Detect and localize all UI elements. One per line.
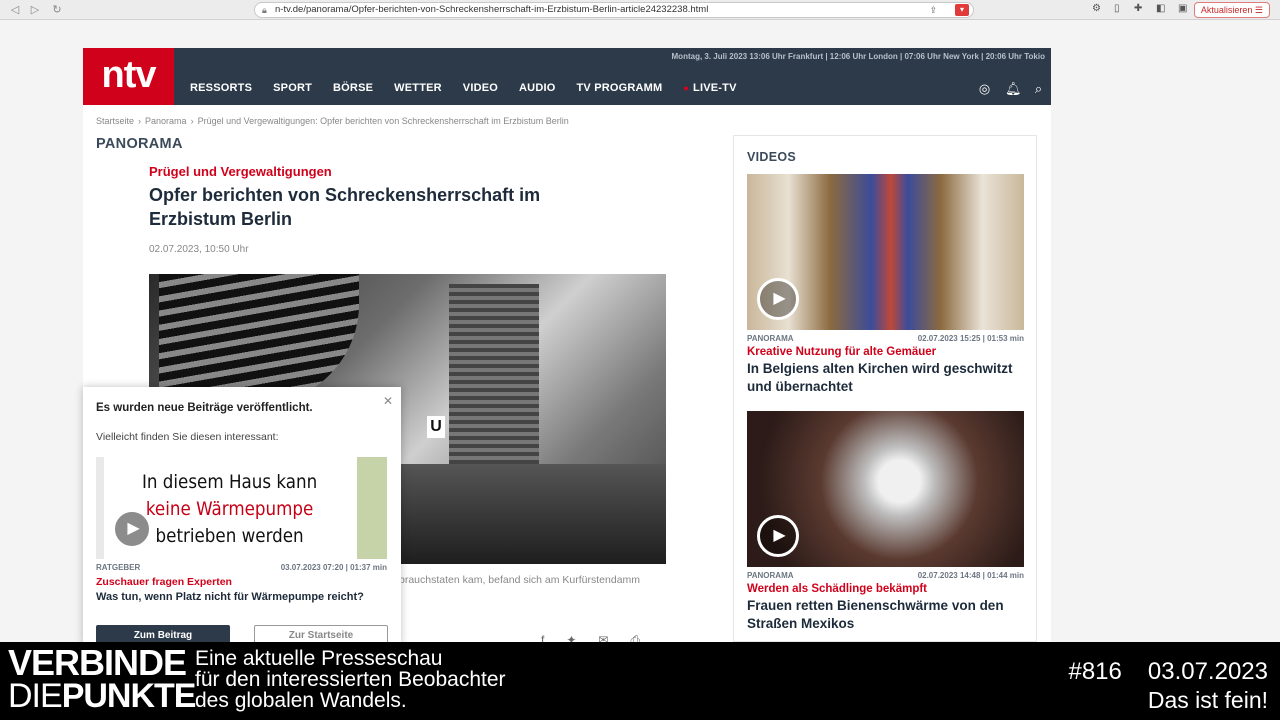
image-caption: brauchstaten kam, befand sich am Kurfürs… <box>399 574 641 586</box>
thumbnail-line-1: In diesem Haus kann <box>141 471 318 493</box>
forward-icon[interactable]: ▷ <box>28 3 42 16</box>
article-date: 02.07.2023, 10:50 Uhr <box>149 244 249 255</box>
video-title[interactable]: Frauen retten Bienenschwärme von den Str… <box>747 597 1024 633</box>
breadcrumb-startseite[interactable]: Startseite <box>96 116 134 126</box>
video-banner-overlay: VERBINDE DIEPUNKTE Eine aktuelle Presses… <box>0 642 1280 720</box>
thumbnail-line-3: betrieben werden <box>155 525 304 547</box>
section-title[interactable]: PANORAMA <box>96 136 183 152</box>
play-icon[interactable]: ▶ <box>757 515 799 557</box>
play-icon[interactable]: ▶ <box>112 509 152 549</box>
nav-tv-programm[interactable]: TV PROGRAMM <box>576 82 662 94</box>
wallet-icon[interactable]: ▣ <box>1178 3 1187 14</box>
videos-sidebar: VIDEOS ▶ PANORAMA 02.07.2023 15:25 | 01:… <box>733 135 1037 642</box>
new-posts-popup: Es wurden neue Beiträge veröffentlicht. … <box>83 387 401 647</box>
ntv-logo[interactable]: ntv <box>83 48 174 105</box>
brand-line-2: DIEPUNKTE <box>8 677 197 715</box>
video-title[interactable]: In Belgiens alten Kirchen wird geschwitz… <box>747 360 1024 396</box>
episode-number: #816 <box>1068 658 1122 685</box>
video-teaser[interactable]: ▶ PANORAMA 02.07.2023 15:25 | 01:53 min … <box>747 174 1024 396</box>
video-teaser[interactable]: ▶ PANORAMA 02.07.2023 14:48 | 01:44 min … <box>747 411 1024 633</box>
nav-sport[interactable]: SPORT <box>273 82 312 94</box>
breadcrumb-panorama[interactable]: Panorama <box>145 116 187 126</box>
user-icon[interactable]: ◎ <box>978 81 991 97</box>
tagline-line-1: Eine aktuelle Presseschau <box>195 647 443 670</box>
breadcrumb-current: Prügel und Vergewaltigungen: Opfer beric… <box>197 116 569 126</box>
ubahn-sign: U <box>427 416 445 438</box>
nav-ressorts[interactable]: RESSORTS <box>190 82 252 94</box>
main-navigation: RESSORTS SPORT BÖRSE WETTER VIDEO AUDIO … <box>190 82 737 94</box>
popup-meta: RATGEBER 03.07.2023 07:20 | 01:37 min <box>96 563 387 572</box>
brand-line-1: VERBINDE <box>8 642 187 683</box>
browser-toolbar: ◁ ▷ ↻ 🔒︎ n-tv.de/panorama/Opfer-berichte… <box>0 0 1280 20</box>
live-dot-icon: ● <box>683 83 690 93</box>
nav-boerse[interactable]: BÖRSE <box>333 82 373 94</box>
search-icon[interactable]: ⌕ <box>1032 81 1045 97</box>
building-shape <box>449 284 539 464</box>
banner-tagline: Eine aktuelle Presseschau für den intere… <box>195 648 506 711</box>
sidebar-icon[interactable]: ◧ <box>1156 3 1165 14</box>
nav-wetter[interactable]: WETTER <box>394 82 442 94</box>
chevron-right-icon: › <box>138 116 142 126</box>
episode-info: #816 03.07.2023 <box>1068 658 1268 686</box>
nav-video[interactable]: VIDEO <box>463 82 498 94</box>
tagline-line-2: für den interessierten Beobachter <box>195 668 506 691</box>
awning-shape <box>159 274 359 404</box>
popup-subtitle: Vielleicht finden Sie diesen interessant… <box>96 431 279 443</box>
bookmark-icon[interactable]: ▯ <box>1114 3 1120 14</box>
update-button[interactable]: Aktualisieren ☰ <box>1193 2 1270 18</box>
world-clock-ticker: Montag, 3. Juli 2023 13:06 Uhr Frankfurt… <box>671 52 1045 61</box>
article-kicker: Prügel und Vergewaltigungen <box>149 164 332 179</box>
thumbnail-line-2: keine Wärmepumpe <box>145 498 314 520</box>
share-icon[interactable]: ⇪ <box>929 3 937 17</box>
video-meta: PANORAMA 02.07.2023 15:25 | 01:53 min <box>747 334 1024 343</box>
video-date-duration: 02.07.2023 14:48 | 01:44 min <box>917 571 1024 580</box>
crowd-shape <box>389 464 666 564</box>
tagline-line-3: des globalen Wandels. <box>195 689 407 712</box>
popup-video-thumbnail[interactable]: In diesem Haus kann keine Wärmepumpe bet… <box>96 457 387 559</box>
popup-title: Es wurden neue Beiträge veröffentlicht. <box>96 402 313 414</box>
video-thumbnail[interactable]: ▶ <box>747 174 1024 330</box>
video-kicker[interactable]: Kreative Nutzung für alte Gemäuer <box>747 346 1024 358</box>
article-headline: Opfer berichten von Schreckensherrschaft… <box>149 185 541 229</box>
popup-kicker[interactable]: Zuschauer fragen Experten <box>96 576 232 588</box>
brand-die: DIE <box>8 677 63 715</box>
brand-punkte: PUNKTE <box>61 677 197 715</box>
site-header: ntv Montag, 3. Juli 2023 13:06 Uhr Frank… <box>83 48 1051 105</box>
close-icon[interactable]: ✕ <box>383 394 393 408</box>
header-icons: ◎ 🔔︎ ⌕ <box>978 81 1045 97</box>
url-text: n-tv.de/panorama/Opfer-berichten-von-Sch… <box>275 4 709 15</box>
address-bar[interactable]: 🔒︎ n-tv.de/panorama/Opfer-berichten-von-… <box>254 2 974 18</box>
popup-headline[interactable]: Was tun, wenn Platz nicht für Wärmepumpe… <box>96 591 364 603</box>
lock-icon: 🔒︎ <box>262 5 267 15</box>
brave-shield-icon[interactable]: ▾ <box>955 4 969 16</box>
thumbnail-text: In diesem Haus kann keine Wärmepumpe bet… <box>124 469 335 550</box>
video-section: PANORAMA <box>747 571 794 580</box>
puzzle-icon[interactable]: ✚ <box>1134 3 1142 14</box>
video-section: PANORAMA <box>747 334 794 343</box>
popup-section: RATGEBER <box>96 563 141 572</box>
bell-icon[interactable]: 🔔︎ <box>1005 81 1022 97</box>
video-date-duration: 02.07.2023 15:25 | 01:53 min <box>917 334 1024 343</box>
sidebar-title: VIDEOS <box>747 150 797 164</box>
extension-icon[interactable]: ⚙ <box>1092 3 1101 14</box>
chevron-right-icon: › <box>190 116 194 126</box>
nav-audio[interactable]: AUDIO <box>519 82 555 94</box>
back-icon[interactable]: ◁ <box>8 3 22 16</box>
reload-icon[interactable]: ↻ <box>50 3 64 16</box>
video-meta: PANORAMA 02.07.2023 14:48 | 01:44 min <box>747 571 1024 580</box>
live-label: LIVE-TV <box>693 82 737 94</box>
video-thumbnail[interactable]: ▶ <box>747 411 1024 567</box>
episode-date: 03.07.2023 <box>1147 658 1268 685</box>
video-kicker[interactable]: Werden als Schädlinge bekämpft <box>747 583 1024 595</box>
nav-live-tv[interactable]: ● LIVE-TV <box>683 82 736 94</box>
popup-date-duration: 03.07.2023 07:20 | 01:37 min <box>280 563 387 572</box>
breadcrumb: Startseite › Panorama › Prügel und Vergewalt… <box>96 116 569 126</box>
banner-slogan: Das ist fein! <box>1147 687 1268 713</box>
play-icon[interactable]: ▶ <box>757 278 799 320</box>
